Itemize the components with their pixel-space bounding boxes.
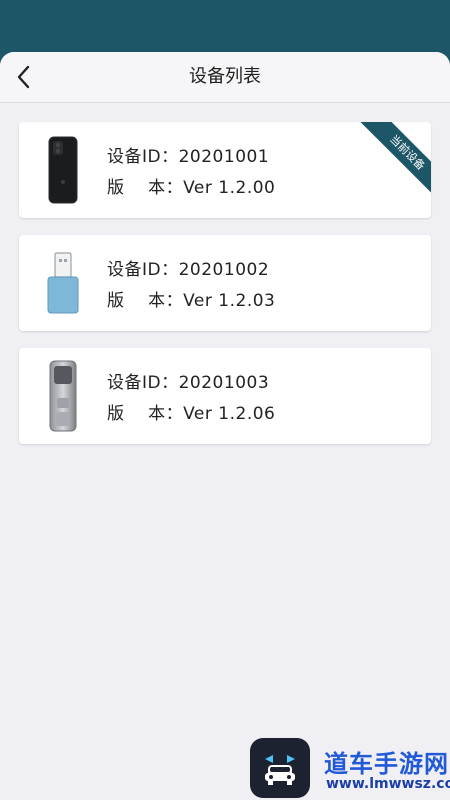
device-card-20201003[interactable]: 设备ID：20201003 版 本：Ver 1.2.06 bbox=[19, 348, 431, 444]
current-device-badge-label: 当前设备 bbox=[360, 122, 431, 196]
device-id-value: 20201003 bbox=[178, 373, 270, 393]
device-image bbox=[41, 247, 85, 319]
device-info: 设备ID：20201003 版 本：Ver 1.2.06 bbox=[107, 368, 275, 430]
device-id-value: 20201001 bbox=[178, 147, 270, 167]
current-device-badge: 当前设备 bbox=[357, 122, 431, 196]
device-id-line: 设备ID：20201002 bbox=[107, 255, 275, 286]
device-image bbox=[41, 360, 85, 432]
device-image bbox=[41, 134, 85, 206]
device-list: 设备ID：20201001 版 本：Ver 1.2.00 当前设备 设备ID：2… bbox=[19, 122, 431, 461]
device-version-line: 版 本：Ver 1.2.06 bbox=[107, 399, 275, 430]
door-lock-icon bbox=[49, 360, 77, 432]
watermark: 道车手游网 www.lmwwsz.com bbox=[250, 738, 450, 800]
nav-bar: 设备列表 bbox=[0, 52, 450, 103]
usb-dongle-icon bbox=[47, 252, 79, 314]
watermark-title: 道车手游网 bbox=[324, 750, 449, 778]
watermark-url: www.lmwwsz.com bbox=[326, 776, 450, 792]
device-info: 设备ID：20201002 版 本：Ver 1.2.03 bbox=[107, 255, 275, 317]
device-version-value: Ver 1.2.06 bbox=[183, 404, 276, 424]
device-version-line: 版 本：Ver 1.2.00 bbox=[107, 173, 275, 204]
device-card-20201001[interactable]: 设备ID：20201001 版 本：Ver 1.2.00 当前设备 bbox=[19, 122, 431, 218]
device-version-value: Ver 1.2.03 bbox=[183, 291, 276, 311]
device-id-label: 设备ID： bbox=[107, 147, 179, 167]
device-version-label: 版 本： bbox=[107, 178, 184, 198]
device-id-label: 设备ID： bbox=[107, 373, 179, 393]
device-id-label: 设备ID： bbox=[107, 260, 179, 280]
phone-case-icon bbox=[48, 136, 78, 204]
device-id-line: 设备ID：20201001 bbox=[107, 142, 275, 173]
page-title: 设备列表 bbox=[189, 66, 261, 87]
device-version-line: 版 本：Ver 1.2.03 bbox=[107, 286, 275, 317]
device-card-20201002[interactable]: 设备ID：20201002 版 本：Ver 1.2.03 bbox=[19, 235, 431, 331]
device-info: 设备ID：20201001 版 本：Ver 1.2.00 bbox=[107, 142, 275, 204]
device-list-screen: 设备列表 设备ID：20201001 版 本：Ver 1.2.00 当前设备 设… bbox=[0, 52, 450, 800]
device-version-label: 版 本： bbox=[107, 291, 184, 311]
device-version-value: Ver 1.2.00 bbox=[183, 178, 276, 198]
watermark-logo-icon bbox=[250, 738, 310, 798]
device-id-value: 20201002 bbox=[178, 260, 270, 280]
device-version-label: 版 本： bbox=[107, 404, 184, 424]
device-id-line: 设备ID：20201003 bbox=[107, 368, 275, 399]
